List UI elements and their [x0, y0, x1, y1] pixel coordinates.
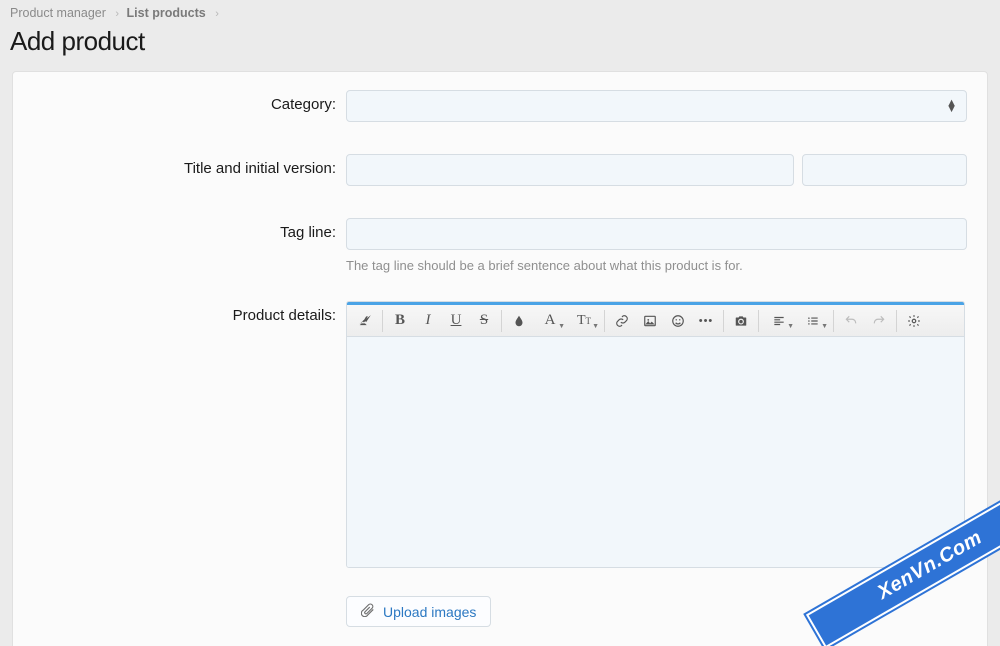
version-input[interactable]	[802, 154, 967, 186]
upload-images-button[interactable]: Upload images	[346, 596, 491, 627]
more-icon[interactable]: •••	[692, 308, 720, 334]
undo-icon[interactable]	[837, 308, 865, 334]
toolbar-separator	[723, 310, 724, 332]
strike-button[interactable]: S	[470, 308, 498, 334]
row-tagline: Tag line: The tag line should be a brief…	[13, 196, 987, 283]
clear-format-icon[interactable]	[351, 308, 379, 334]
breadcrumb: Product manager › List products ›	[0, 0, 1000, 24]
rich-text-editor: B I U S A ▼ TT ▼	[346, 301, 965, 568]
label-title-version: Title and initial version:	[13, 154, 346, 177]
link-icon[interactable]	[608, 308, 636, 334]
toolbar-separator	[896, 310, 897, 332]
image-icon[interactable]	[636, 308, 664, 334]
paperclip-icon	[361, 603, 375, 620]
italic-button[interactable]: I	[414, 308, 442, 334]
toolbar-separator	[833, 310, 834, 332]
chevron-right-icon: ›	[209, 8, 223, 20]
toolbar-separator	[604, 310, 605, 332]
dropdown-caret-icon: ▼	[558, 323, 565, 330]
title-input[interactable]	[346, 154, 794, 186]
chevron-right-icon: ›	[109, 8, 123, 20]
settings-icon[interactable]	[900, 308, 928, 334]
editor-content-area[interactable]	[347, 337, 964, 567]
editor-toolbar: B I U S A ▼ TT ▼	[347, 305, 964, 337]
emoji-icon[interactable]	[664, 308, 692, 334]
list-button[interactable]: ▼	[796, 308, 830, 334]
font-size-button[interactable]: TT ▼	[567, 308, 601, 334]
toolbar-separator	[382, 310, 383, 332]
label-tagline: Tag line:	[13, 218, 346, 241]
dropdown-caret-icon: ▼	[787, 323, 794, 330]
breadcrumb-list-products[interactable]: List products	[127, 6, 206, 20]
redo-icon[interactable]	[865, 308, 893, 334]
tagline-input[interactable]	[346, 218, 967, 250]
toolbar-separator	[501, 310, 502, 332]
page-title: Add product	[0, 24, 1000, 71]
label-category: Category:	[13, 90, 346, 113]
category-select[interactable]	[346, 90, 967, 122]
label-details: Product details:	[13, 301, 346, 324]
text-color-icon[interactable]	[505, 308, 533, 334]
toolbar-separator	[758, 310, 759, 332]
row-title-version: Title and initial version:	[13, 132, 987, 196]
form-panel: Category: ▲▼ Title and initial version: …	[12, 71, 988, 646]
dropdown-caret-icon: ▼	[592, 323, 599, 330]
align-button[interactable]: ▼	[762, 308, 796, 334]
dropdown-caret-icon: ▼	[821, 323, 828, 330]
camera-icon[interactable]	[727, 308, 755, 334]
font-family-button[interactable]: A ▼	[533, 308, 567, 334]
bold-button[interactable]: B	[386, 308, 414, 334]
row-details: Product details: B I U S	[13, 283, 987, 646]
row-category: Category: ▲▼	[13, 72, 987, 132]
underline-button[interactable]: U	[442, 308, 470, 334]
upload-images-label: Upload images	[383, 604, 476, 620]
tagline-help: The tag line should be a brief sentence …	[346, 250, 967, 273]
breadcrumb-product-manager[interactable]: Product manager	[10, 6, 106, 20]
